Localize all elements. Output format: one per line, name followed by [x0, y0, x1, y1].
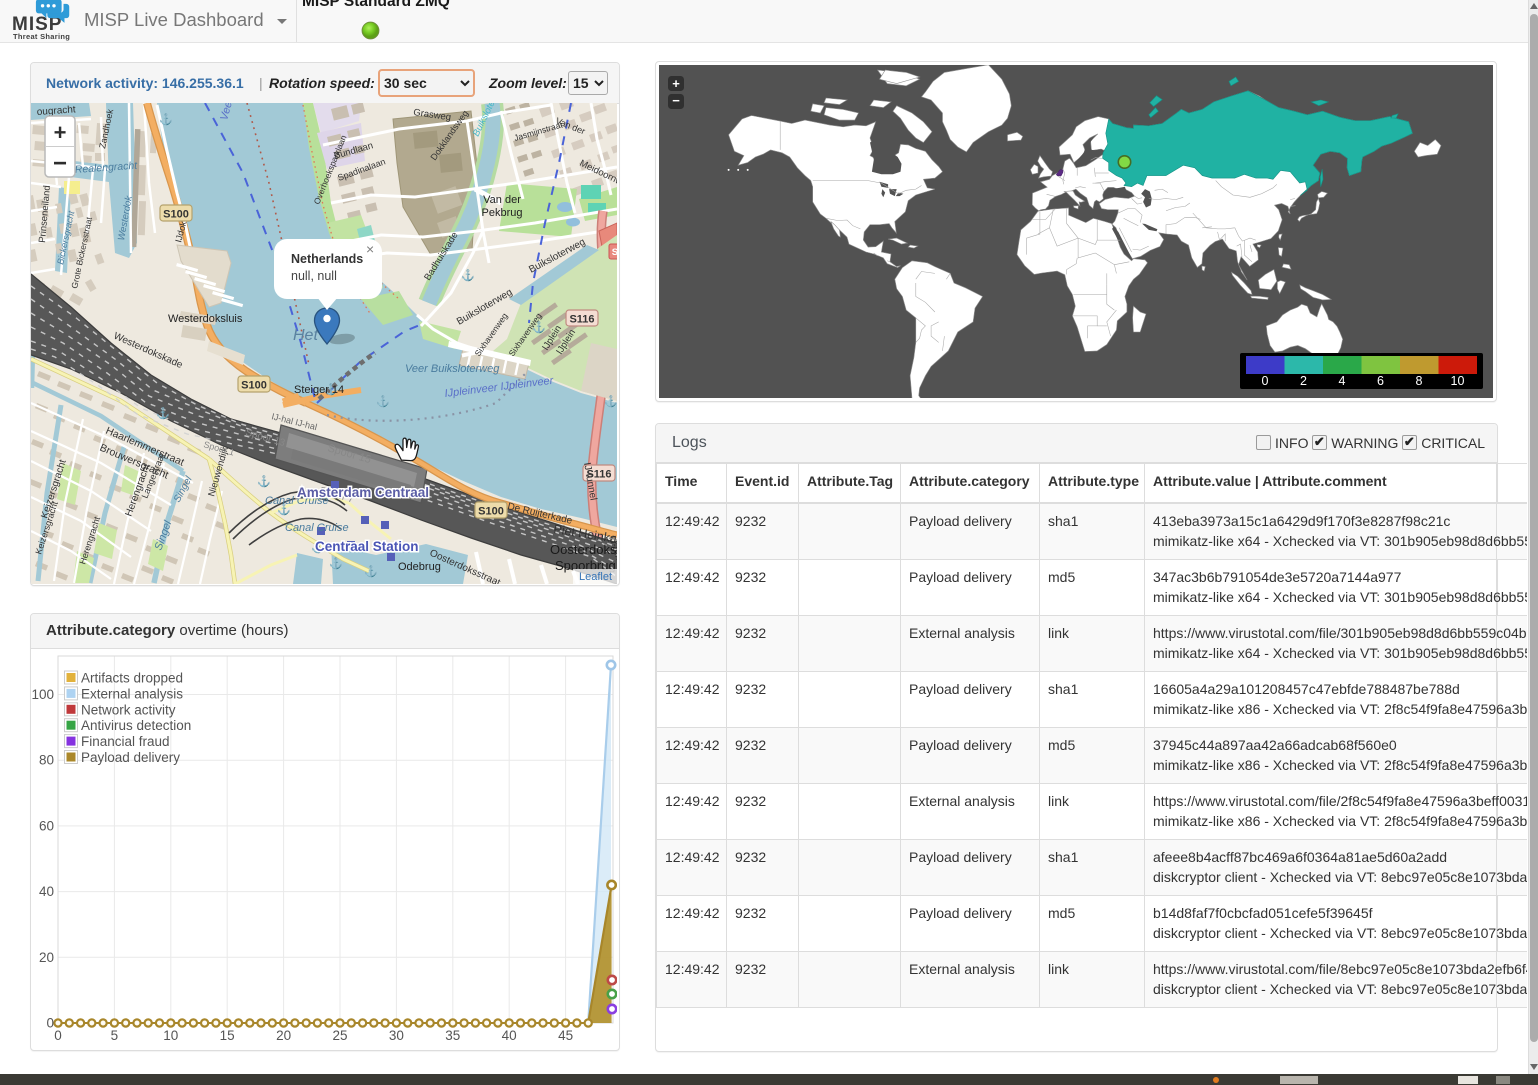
svg-text:Amsterdam Centraal: Amsterdam Centraal: [297, 485, 429, 500]
svg-text:S100: S100: [241, 380, 267, 392]
svg-text:⚓: ⚓: [604, 395, 617, 408]
svg-text:10: 10: [163, 1028, 178, 1043]
svg-text:Odebrug: Odebrug: [398, 561, 441, 573]
svg-text:Payload delivery: Payload delivery: [81, 750, 180, 765]
svg-text:S11: S11: [612, 247, 617, 258]
svg-text:Netherlands: Netherlands: [291, 252, 363, 266]
svg-text:100: 100: [31, 687, 54, 702]
svg-text:2: 2: [1300, 374, 1307, 388]
svg-text:20: 20: [276, 1028, 291, 1043]
svg-text:4: 4: [1339, 374, 1346, 388]
svg-text:⚓: ⚓: [461, 269, 475, 282]
svg-text:80: 80: [39, 753, 54, 768]
svg-text:⚓: ⚓: [364, 565, 378, 578]
svg-text:0: 0: [46, 1016, 54, 1031]
svg-text:45: 45: [558, 1028, 573, 1043]
svg-text:⚓: ⚓: [376, 395, 390, 408]
svg-text:20: 20: [39, 950, 54, 965]
svg-text:×: ×: [366, 241, 374, 257]
svg-text:25: 25: [332, 1028, 347, 1043]
svg-text:40: 40: [39, 884, 54, 899]
svg-text:Leaflet: Leaflet: [579, 571, 612, 583]
svg-text:Steiger 14: Steiger 14: [294, 384, 344, 396]
svg-text:Network activity: Network activity: [81, 702, 176, 717]
svg-text:8: 8: [1416, 374, 1423, 388]
svg-text:0: 0: [54, 1028, 62, 1043]
svg-text:null, null: null, null: [291, 269, 337, 283]
svg-text:Financial fraud: Financial fraud: [81, 734, 170, 749]
svg-text:30: 30: [389, 1028, 404, 1043]
svg-text:⚓: ⚓: [257, 475, 271, 488]
svg-text:External analysis: External analysis: [81, 686, 183, 701]
svg-text:35: 35: [445, 1028, 460, 1043]
svg-text:−: −: [672, 93, 680, 108]
svg-text:−: −: [53, 150, 67, 177]
svg-text:⚓: ⚓: [329, 557, 343, 570]
svg-text:15: 15: [220, 1028, 235, 1043]
svg-text:Van der: Van der: [483, 194, 521, 206]
svg-text:S116: S116: [569, 314, 594, 326]
svg-text:40: 40: [502, 1028, 517, 1043]
svg-text:Antivirus detection: Antivirus detection: [81, 718, 191, 733]
svg-text:10: 10: [1451, 374, 1465, 388]
svg-text:Centraal Station: Centraal Station: [315, 539, 419, 554]
svg-text:S100: S100: [478, 506, 504, 518]
svg-text:+: +: [54, 120, 67, 145]
svg-text:Westerdoksluis: Westerdoksluis: [168, 313, 243, 325]
svg-text:⚓: ⚓: [159, 113, 173, 126]
svg-text:60: 60: [39, 818, 54, 833]
svg-text:+: +: [672, 76, 680, 91]
svg-text:Pekbrug: Pekbrug: [482, 207, 523, 219]
svg-text:6: 6: [1377, 374, 1384, 388]
svg-text:5: 5: [111, 1028, 119, 1043]
svg-text:Artifacts dropped: Artifacts dropped: [81, 671, 183, 686]
svg-text:Veer Buiksloterweg: Veer Buiksloterweg: [405, 363, 500, 375]
svg-text:0: 0: [1262, 374, 1269, 388]
svg-text:Het: Het: [293, 327, 318, 344]
svg-text:⚓: ⚓: [156, 407, 170, 420]
svg-text:S100: S100: [163, 209, 189, 221]
svg-text:Canal Cruise: Canal Cruise: [285, 522, 349, 534]
